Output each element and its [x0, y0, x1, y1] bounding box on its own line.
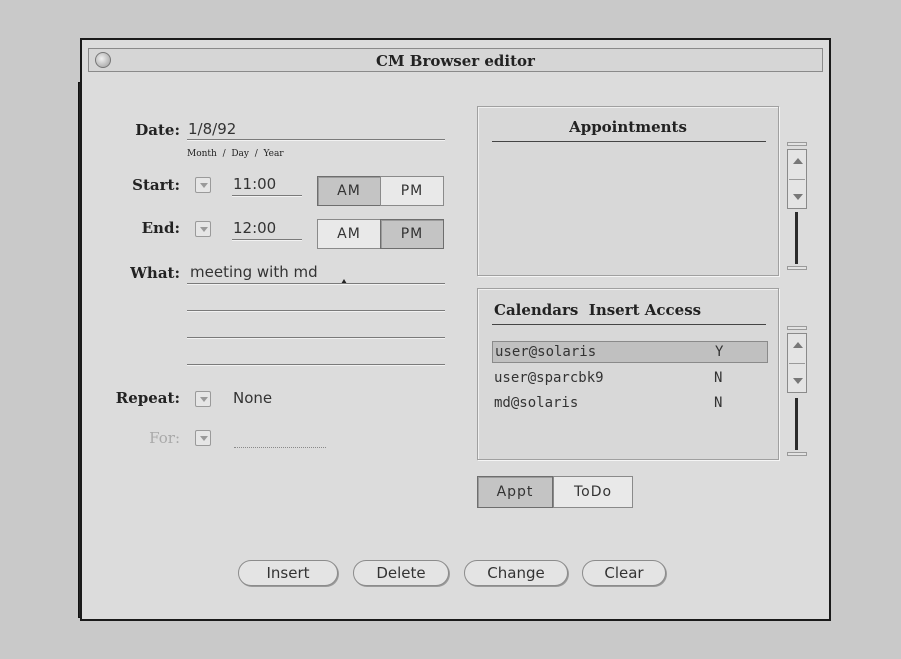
- repeat-label: Repeat:: [115, 389, 180, 407]
- calendars-scrollbar[interactable]: [787, 326, 809, 458]
- appointments-rule: [492, 141, 766, 142]
- end-menu-triangle-icon[interactable]: [195, 221, 211, 237]
- what-label: What:: [130, 264, 180, 282]
- scrollbar-top-cap[interactable]: [787, 142, 807, 146]
- change-button[interactable]: Change: [464, 560, 568, 586]
- elevator-divider: [789, 179, 805, 180]
- repeat-value: None: [233, 389, 273, 407]
- scrollbar-elevator[interactable]: [787, 333, 807, 393]
- date-field[interactable]: 1/8/92: [188, 120, 236, 138]
- start-time-field[interactable]: 11:00: [233, 175, 276, 193]
- end-am-toggle[interactable]: AM: [317, 219, 381, 249]
- start-am-toggle[interactable]: AM: [317, 176, 381, 206]
- start-pm-toggle[interactable]: PM: [380, 176, 444, 206]
- what-line-1[interactable]: meeting with md: [190, 263, 318, 281]
- scrollbar-bottom-cap[interactable]: [787, 266, 807, 270]
- scrollbar-elevator[interactable]: [787, 149, 807, 209]
- calendar-access: N: [714, 370, 723, 386]
- scroll-down-arrow-icon[interactable]: [793, 194, 803, 200]
- date-underline: [187, 139, 445, 141]
- what-underline-1: [187, 283, 445, 285]
- repeat-menu-triangle-icon[interactable]: [195, 391, 211, 407]
- appt-toggle[interactable]: Appt: [477, 476, 553, 508]
- calendar-row[interactable]: md@solaris N: [492, 393, 768, 415]
- start-label: Start:: [132, 176, 180, 194]
- scrollbar-track[interactable]: [795, 212, 798, 264]
- what-underline-3: [187, 337, 445, 339]
- calendars-title: Calendars Insert Access: [494, 301, 702, 319]
- calendars-panel: Calendars Insert Access user@solaris Y u…: [477, 288, 779, 460]
- end-time-underline: [232, 239, 302, 241]
- scrollbar-top-cap[interactable]: [787, 326, 807, 330]
- appointments-title: Appointments: [569, 118, 687, 136]
- scrollbar-track[interactable]: [795, 398, 798, 450]
- for-underline: [234, 446, 326, 448]
- calendar-row[interactable]: user@solaris Y: [492, 341, 768, 363]
- end-label: End:: [141, 219, 180, 237]
- scrollbar-bottom-cap[interactable]: [787, 452, 807, 456]
- window-title: CM Browser editor: [376, 52, 535, 70]
- what-underline-2: [187, 310, 445, 312]
- what-underline-4: [187, 364, 445, 366]
- scroll-down-arrow-icon[interactable]: [793, 378, 803, 384]
- calendar-name: user@sparcbk9: [494, 370, 604, 386]
- for-menu-triangle-icon[interactable]: [195, 430, 211, 446]
- for-label: For:: [149, 429, 180, 447]
- elevator-divider: [789, 363, 805, 364]
- end-time-field[interactable]: 12:00: [233, 219, 276, 237]
- scroll-up-arrow-icon[interactable]: [793, 342, 803, 348]
- start-time-underline: [232, 195, 302, 197]
- calendar-access: N: [714, 395, 723, 411]
- appointments-scrollbar[interactable]: [787, 142, 809, 272]
- scroll-up-arrow-icon[interactable]: [793, 158, 803, 164]
- calendar-access: Y: [715, 344, 724, 360]
- calendar-name: user@solaris: [495, 344, 597, 360]
- todo-toggle[interactable]: ToDo: [553, 476, 633, 508]
- date-format-hint: Month / Day / Year: [187, 149, 284, 159]
- start-menu-triangle-icon[interactable]: [195, 177, 211, 193]
- date-label: Date:: [135, 121, 180, 139]
- clear-button[interactable]: Clear: [582, 560, 666, 586]
- title-bar[interactable]: CM Browser editor: [88, 48, 823, 72]
- delete-button[interactable]: Delete: [353, 560, 449, 586]
- insert-button[interactable]: Insert: [238, 560, 338, 586]
- calendars-rule: [492, 324, 766, 325]
- end-pm-toggle[interactable]: PM: [380, 219, 444, 249]
- appointments-panel: Appointments: [477, 106, 779, 276]
- calendar-name: md@solaris: [494, 395, 579, 411]
- calendar-row[interactable]: user@sparcbk9 N: [492, 368, 768, 390]
